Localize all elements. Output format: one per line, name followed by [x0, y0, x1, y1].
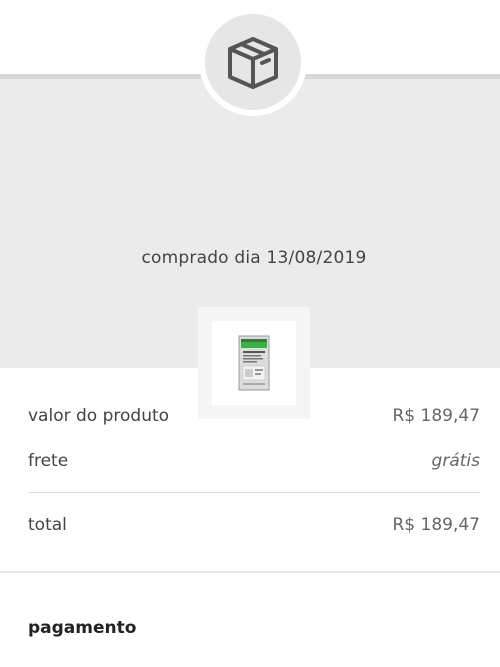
order-icon-badge [199, 8, 307, 116]
summary-divider [28, 492, 480, 493]
product-thumbnail[interactable] [198, 307, 310, 419]
shipping-label: frete [28, 451, 69, 471]
total-amount: R$ 189,47 [392, 515, 480, 535]
section-divider [0, 571, 500, 573]
total-row: total R$ 189,47 [28, 515, 480, 535]
product-image-container [212, 321, 296, 405]
shipping-row: frete grátis [28, 451, 480, 471]
shipping-value: grátis [431, 451, 480, 471]
product-value-label: valor do produto [28, 406, 170, 426]
product-value-amount: R$ 189,47 [392, 406, 480, 426]
payment-section-title: pagamento [28, 618, 137, 638]
order-header: comprado dia 13/08/2019 [0, 74, 500, 419]
order-detail-page: comprado dia 13/08/2019 valor do produto… [0, 0, 500, 667]
purchase-date: comprado dia 13/08/2019 [141, 248, 367, 268]
box-icon [228, 37, 278, 89]
product-value-row: valor do produto R$ 189,47 [28, 406, 480, 426]
hard-drive-product-image [238, 335, 270, 391]
total-label: total [28, 515, 67, 535]
